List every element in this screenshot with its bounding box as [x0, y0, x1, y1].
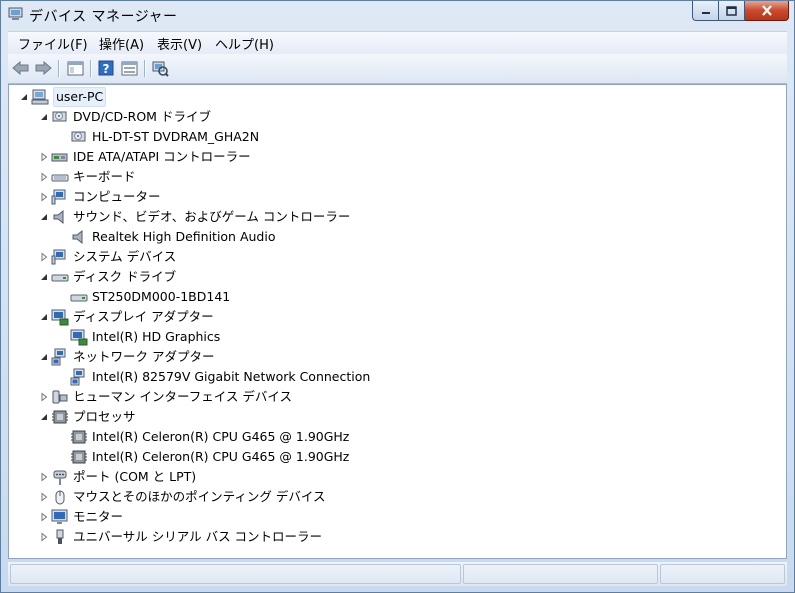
menu-view[interactable]: 表示(V): [157, 34, 202, 53]
category-label[interactable]: モニター: [73, 507, 123, 527]
details-icon: [121, 61, 137, 75]
menu-bar: ファイル(F) 操作(A) 表示(V) ヘルプ(H): [8, 31, 787, 54]
dvd-drive-icon: [71, 131, 86, 142]
collapse-arrow-icon[interactable]: [19, 92, 29, 102]
processor-icon: [71, 450, 87, 464]
network-adapter-icon: [70, 368, 85, 386]
expand-arrow-icon[interactable]: [39, 492, 49, 502]
category-label[interactable]: システム デバイス: [73, 247, 176, 267]
category-label[interactable]: ユニバーサル シリアル バス コントローラー: [73, 527, 322, 547]
back-icon: [12, 61, 29, 75]
device-label[interactable]: Intel(R) 82579V Gigabit Network Connecti…: [92, 367, 370, 387]
scan-hardware-icon: [152, 61, 169, 77]
processor-icon: [71, 430, 87, 444]
forward-button[interactable]: [33, 59, 53, 77]
menu-help[interactable]: ヘルプ(H): [215, 34, 274, 53]
maximize-button[interactable]: [719, 1, 745, 21]
close-icon: [761, 5, 772, 16]
status-pane-main: [10, 564, 461, 584]
keyboard-icon: [51, 174, 69, 182]
network-adapter-icon: [51, 348, 66, 366]
computer-icon: [51, 189, 66, 205]
category-label[interactable]: コンピューター: [73, 187, 161, 207]
display-adapter-icon: [70, 329, 88, 346]
expand-arrow-icon[interactable]: [39, 532, 49, 542]
device-label[interactable]: Intel(R) Celeron(R) CPU G465 @ 1.90GHz: [92, 447, 349, 467]
expand-arrow-icon[interactable]: [39, 392, 49, 402]
help-icon: ?: [98, 60, 114, 76]
expand-arrow-icon[interactable]: [39, 172, 49, 182]
computer-icon: [31, 89, 49, 105]
collapse-arrow-icon[interactable]: [39, 272, 49, 282]
toolbar: ?: [8, 54, 787, 84]
show-hide-tree-button[interactable]: [65, 59, 85, 77]
collapse-arrow-icon[interactable]: [39, 312, 49, 322]
expand-arrow-icon[interactable]: [39, 252, 49, 262]
back-button[interactable]: [11, 59, 31, 77]
category-label[interactable]: DVD/CD-ROM ドライブ: [73, 107, 211, 127]
category-label[interactable]: ポート (COM と LPT): [73, 467, 196, 487]
collapse-arrow-icon[interactable]: [39, 352, 49, 362]
expand-arrow-icon[interactable]: [39, 192, 49, 202]
category-label[interactable]: プロセッサ: [73, 407, 136, 427]
speaker-icon: [53, 209, 64, 225]
menu-file[interactable]: ファイル(F): [18, 34, 88, 53]
device-manager-window: デバイス マネージャー ファイル(F) 操作(A) 表示(V) ヘルプ(H) ?…: [0, 0, 795, 593]
tree-root-label[interactable]: user-PC: [53, 87, 107, 107]
category-label[interactable]: IDE ATA/ATAPI コントローラー: [73, 147, 251, 167]
system-device-icon: [51, 249, 66, 265]
device-label[interactable]: ST250DM000-1BD141: [92, 287, 230, 307]
device-tree[interactable]: user-PC DVD/CD-ROM ドライブ HL-DT-ST DVDRAM_G…: [8, 84, 787, 559]
svg-text:?: ?: [103, 62, 110, 76]
category-label[interactable]: マウスとそのほかのポインティング デバイス: [73, 487, 325, 507]
display-adapter-icon: [51, 309, 69, 326]
forward-icon: [35, 61, 52, 75]
hid-icon: [52, 390, 68, 404]
device-label[interactable]: Intel(R) Celeron(R) CPU G465 @ 1.90GHz: [92, 427, 349, 447]
details-button[interactable]: [119, 59, 139, 77]
dvd-drive-icon: [52, 111, 67, 122]
category-label[interactable]: ネットワーク アダプター: [73, 347, 214, 367]
disk-drive-icon: [51, 274, 69, 282]
monitor-icon: [51, 509, 68, 524]
expand-arrow-icon[interactable]: [39, 152, 49, 162]
device-label[interactable]: Realtek High Definition Audio: [92, 227, 275, 247]
title-bar[interactable]: デバイス マネージャー: [1, 1, 794, 29]
device-label[interactable]: HL-DT-ST DVDRAM_GHA2N: [92, 127, 259, 147]
minimize-icon: [701, 11, 710, 14]
category-label[interactable]: ヒューマン インターフェイス デバイス: [73, 387, 292, 407]
port-icon: [53, 470, 67, 485]
maximize-icon: [726, 5, 737, 16]
help-button[interactable]: ?: [96, 59, 116, 77]
device-label[interactable]: Intel(R) HD Graphics: [92, 327, 220, 347]
expand-arrow-icon[interactable]: [39, 472, 49, 482]
usb-icon: [56, 529, 64, 544]
category-label[interactable]: ディスプレイ アダプター: [73, 307, 214, 327]
close-button[interactable]: [745, 1, 789, 21]
scan-hardware-button[interactable]: [150, 59, 170, 77]
properties-tree-icon: [67, 61, 83, 75]
mouse-icon: [55, 490, 65, 505]
category-label[interactable]: キーボード: [73, 167, 136, 187]
window-title: デバイス マネージャー: [29, 9, 178, 25]
status-pane-2: [463, 564, 658, 584]
ide-controller-icon: [51, 153, 68, 162]
processor-icon: [52, 410, 68, 424]
device-manager-app-icon: [8, 7, 23, 20]
collapse-arrow-icon[interactable]: [39, 112, 49, 122]
menu-action[interactable]: 操作(A): [99, 34, 144, 53]
status-pane-3: [660, 564, 785, 584]
status-bar: [8, 562, 787, 586]
collapse-arrow-icon[interactable]: [39, 412, 49, 422]
collapse-arrow-icon[interactable]: [39, 212, 49, 222]
category-label[interactable]: ディスク ドライブ: [73, 267, 176, 287]
category-label[interactable]: サウンド、ビデオ、およびゲーム コントローラー: [73, 207, 350, 227]
expand-arrow-icon[interactable]: [39, 512, 49, 522]
speaker-icon: [72, 229, 83, 245]
minimize-button[interactable]: [692, 1, 719, 21]
disk-drive-icon: [70, 294, 88, 302]
